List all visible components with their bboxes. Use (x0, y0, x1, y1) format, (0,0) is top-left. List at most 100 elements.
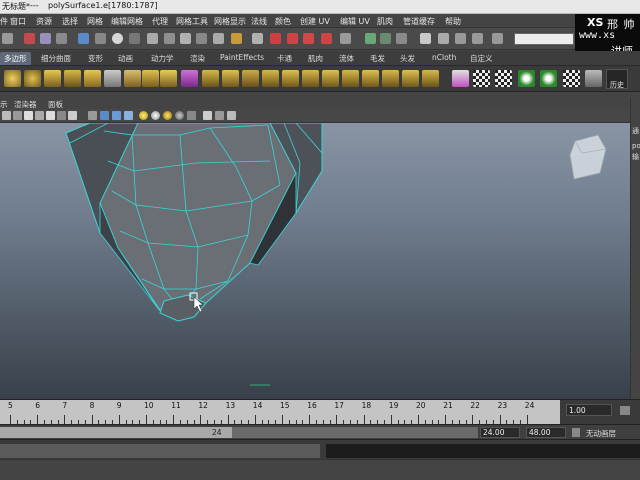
bridge-icon[interactable] (362, 70, 379, 87)
menu-pipeline-cache[interactable]: 管道缓存 (403, 16, 435, 27)
poly-plane-icon[interactable] (64, 70, 81, 87)
tab-painteffects[interactable]: PaintEffects (220, 53, 264, 62)
modeling-toolkit-icon[interactable] (492, 33, 503, 44)
combine-icon[interactable] (202, 70, 219, 87)
snap-grid-icon[interactable] (252, 33, 263, 44)
poly-pyramid-icon[interactable] (124, 70, 141, 87)
tool-settings-icon[interactable] (438, 33, 449, 44)
menu-mesh[interactable]: 网格 (87, 16, 103, 27)
hull-mask-icon[interactable] (164, 33, 175, 44)
tab-fluids[interactable]: 流体 (339, 53, 354, 64)
menu-assets[interactable]: 资源 (36, 16, 52, 27)
menu-file[interactable]: 件 (0, 16, 8, 27)
history-input-icon[interactable] (340, 33, 351, 44)
channel-box-tab[interactable]: 通 (632, 126, 639, 136)
boolean-union-icon[interactable] (302, 70, 319, 87)
end-time-field[interactable]: 24.00 (480, 427, 520, 438)
xray-joints-icon[interactable] (227, 111, 236, 120)
max-time-field[interactable]: 48.00 (526, 427, 566, 438)
range-slider[interactable]: 24 (0, 427, 478, 438)
pick-mask-icon[interactable] (78, 33, 89, 44)
tab-animation[interactable]: 动画 (118, 53, 133, 64)
ipr-render-icon[interactable] (380, 33, 391, 44)
poly-soccer-icon[interactable] (160, 70, 177, 87)
snap-curve-icon[interactable] (270, 33, 281, 44)
poly-prism-icon[interactable] (142, 70, 159, 87)
menu-select[interactable]: 选择 (62, 16, 78, 27)
view-cube[interactable] (569, 134, 607, 180)
mode-icon[interactable] (2, 33, 13, 44)
tab-muscle[interactable]: 肌肉 (308, 53, 323, 64)
menu-color[interactable]: 颜色 (275, 16, 291, 27)
tab-dynamics[interactable]: 动力学 (151, 53, 174, 64)
menu-edit-uv[interactable]: 编辑 UV (340, 16, 370, 27)
mirror-icon[interactable] (282, 70, 299, 87)
current-frame-field[interactable]: 1.00 (566, 404, 612, 416)
timeline-ruler[interactable]: 5 6 7 8 9 10 11 12 13 14 15 16 17 18 19 20 21 22 23 24 (0, 400, 560, 425)
menu-proxy[interactable]: 代理 (152, 16, 168, 27)
select-object-icon[interactable] (40, 33, 51, 44)
mel-command-input[interactable] (0, 444, 320, 458)
poly-cube-icon[interactable] (181, 70, 198, 87)
xray-icon[interactable] (215, 111, 224, 120)
bevel-icon[interactable] (422, 70, 439, 87)
menu-help[interactable]: 帮助 (445, 16, 461, 27)
tab-ncloth[interactable]: nCloth (432, 53, 456, 62)
render-frame-icon[interactable] (365, 33, 376, 44)
history-button[interactable]: 历史 (606, 69, 628, 89)
lock-icon[interactable] (231, 33, 242, 44)
anim-layer-label[interactable]: 无动画层 (586, 428, 616, 439)
channel-box-icon[interactable] (455, 33, 466, 44)
tab-hair[interactable]: 头发 (400, 53, 415, 64)
camera-attributes-icon[interactable] (2, 111, 11, 120)
menu-window[interactable]: 窗口 (10, 16, 26, 27)
misc-mask-icon[interactable] (213, 33, 224, 44)
textured-icon[interactable] (124, 111, 133, 120)
menu-mesh-tools[interactable]: 网格工具 (176, 16, 208, 27)
poly-sphere-icon[interactable] (4, 70, 21, 87)
wireframe-on-shaded-icon[interactable] (112, 111, 121, 120)
vertex-mask-icon[interactable] (95, 33, 106, 44)
display-icon[interactable] (585, 70, 602, 87)
separate-icon[interactable] (222, 70, 239, 87)
tab-polygons[interactable]: 多边形 (0, 52, 31, 65)
boolean-difference-icon[interactable] (322, 70, 339, 87)
pivot-mask-icon[interactable] (180, 33, 191, 44)
menu-normals[interactable]: 法线 (251, 16, 267, 27)
fill-hole-icon[interactable] (402, 70, 419, 87)
use-all-lights-icon[interactable] (139, 111, 148, 120)
tab-toon[interactable]: 卡通 (277, 53, 292, 64)
tab-deformation[interactable]: 变形 (88, 53, 103, 64)
append-polygon-icon[interactable] (382, 70, 399, 87)
motion-blur-icon[interactable] (175, 111, 184, 120)
select-hierarchy-icon[interactable] (24, 33, 35, 44)
snap-point-icon[interactable] (287, 33, 298, 44)
uv-mask-icon[interactable] (147, 33, 158, 44)
isolate-select-icon[interactable] (203, 111, 212, 120)
sculpt-icon[interactable] (452, 70, 469, 87)
range-slider-handle[interactable] (0, 427, 232, 438)
playback-controls-icon[interactable] (620, 406, 630, 415)
extract-icon[interactable] (242, 70, 259, 87)
shadows-icon[interactable] (151, 111, 160, 120)
smooth-shade-icon[interactable] (100, 111, 109, 120)
wireframe-icon[interactable] (88, 111, 97, 120)
ambient-occlusion-icon[interactable] (163, 111, 172, 120)
tab-fur[interactable]: 毛发 (370, 53, 385, 64)
tab-rendering[interactable]: 渲染 (190, 53, 205, 64)
image-plane-icon[interactable] (24, 111, 33, 120)
poly-torus-icon[interactable] (24, 70, 41, 87)
grid-toggle-icon[interactable] (35, 111, 44, 120)
extrude-icon[interactable] (342, 70, 359, 87)
uv-unfold-icon[interactable] (540, 70, 557, 87)
poly-pipe-icon[interactable] (84, 70, 101, 87)
film-gate-icon[interactable] (46, 111, 55, 120)
tab-custom[interactable]: 自定义 (470, 53, 493, 64)
uv-snapshot-icon[interactable] (563, 70, 580, 87)
select-component-icon[interactable] (56, 33, 67, 44)
face-mask-icon[interactable] (129, 33, 140, 44)
snap-plane-icon[interactable] (303, 33, 314, 44)
handle-mask-icon[interactable] (196, 33, 207, 44)
quick-search-input[interactable] (514, 33, 574, 45)
anti-alias-icon[interactable] (187, 111, 196, 120)
